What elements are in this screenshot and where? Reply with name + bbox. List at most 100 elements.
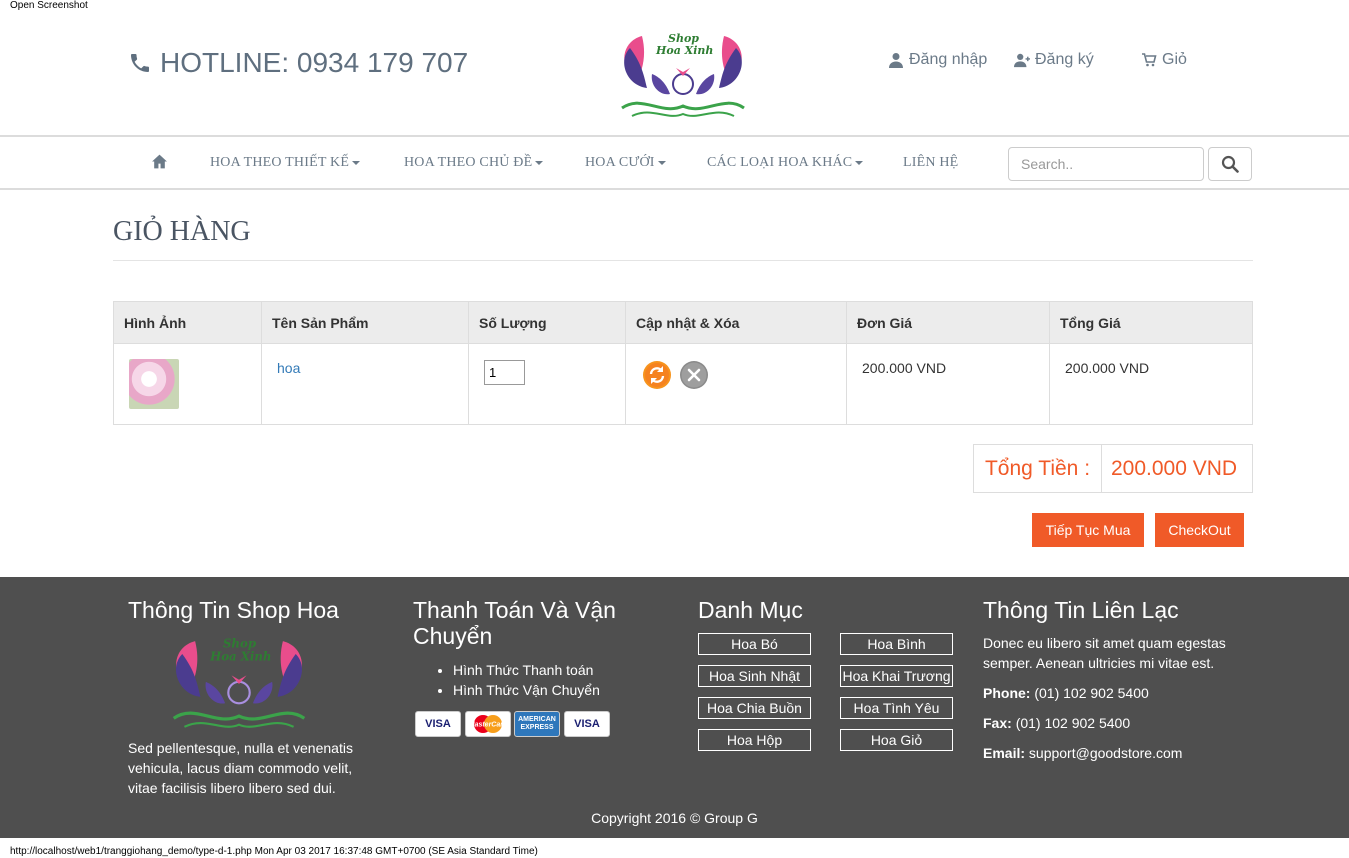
nav-label: HOA CƯỚI — [585, 155, 655, 170]
hotline: HOTLINE: 0934 179 707 — [128, 47, 468, 79]
category-hoa-gio[interactable]: Hoa Giỏ — [840, 729, 953, 751]
category-hoa-chia-buon[interactable]: Hoa Chia Buồn — [698, 697, 811, 719]
nav-item-designs[interactable]: HOA THEO THIẾT KẾ — [210, 155, 361, 171]
footer-fax: Fax: (01) 102 902 5400 — [983, 713, 1130, 733]
hotline-text: HOTLINE: 0934 179 707 — [160, 47, 469, 78]
table-row: hoa 200.000 VND 200.000 VND — [113, 343, 1253, 425]
visa-electron-card-icon: VISA — [564, 711, 610, 737]
col-header-quantity: Số Lượng — [468, 301, 626, 344]
row-total-price: 200.000 VND — [1065, 360, 1150, 376]
col-header-image: Hình Ảnh — [113, 301, 262, 344]
footer-shop-title: Thông Tin Shop Hoa — [128, 597, 339, 623]
delete-icon[interactable] — [679, 360, 709, 390]
list-item[interactable]: Hình Thức Vận Chuyển — [453, 680, 600, 700]
footer-payment-title: Thanh Toán Và Vận Chuyển — [413, 597, 616, 649]
footer-logo: Shop Hoa Xinh — [172, 637, 306, 728]
nav-label: HOA THEO THIẾT KẾ — [210, 155, 350, 170]
category-hoa-binh[interactable]: Hoa Bình — [840, 633, 953, 655]
phone-label: Phone: — [983, 685, 1031, 701]
footer-shop-text: Sed pellentesque, nulla et venenatis veh… — [128, 740, 353, 796]
status-bar: http://localhost/web1/tranggiohang_demo/… — [10, 846, 538, 857]
chevron-down-icon — [855, 160, 864, 165]
search-button[interactable] — [1208, 147, 1252, 181]
continue-shopping-button[interactable]: Tiếp Tục Mua — [1032, 513, 1144, 547]
cart-icon — [1142, 53, 1157, 67]
refresh-icon[interactable] — [642, 360, 672, 390]
product-image[interactable] — [129, 359, 179, 409]
cell-name: hoa — [261, 343, 469, 425]
cell-image — [113, 343, 262, 425]
email-label: Email: — [983, 745, 1026, 761]
logo-text-2: Hoa Xinh — [655, 44, 713, 57]
quantity-input[interactable] — [484, 360, 525, 385]
col-header-total-price: Tổng Giá — [1049, 301, 1253, 344]
login-link[interactable]: Đăng nhập — [888, 51, 987, 69]
footer-contact-text: Donec eu libero sit amet quam egestas se… — [983, 635, 1226, 671]
copyright: Copyright 2016 © Group G — [591, 810, 758, 826]
category-hoa-bo[interactable]: Hoa Bó — [698, 633, 811, 655]
cell-actions — [625, 343, 847, 425]
footer-category-title: Danh Mục — [698, 597, 803, 623]
nav-item-wedding[interactable]: HOA CƯỚI — [585, 155, 666, 171]
user-plus-icon — [1014, 53, 1030, 68]
amex-card-icon: AMERICAN EXPRESS — [514, 711, 560, 737]
search-input[interactable] — [1008, 147, 1204, 181]
cell-quantity — [468, 343, 626, 425]
chevron-down-icon — [535, 160, 544, 165]
footer: Thông Tin Shop Hoa Shop Hoa Xinh Sed pel… — [0, 577, 1349, 838]
category-hoa-khai-truong[interactable]: Hoa Khai Trương — [840, 665, 953, 687]
page-title: GIỎ HÀNG — [113, 216, 251, 247]
total-value: 200.000 VND — [1111, 456, 1238, 480]
mastercard-text: MasterCard — [469, 722, 508, 729]
shop-logo[interactable]: Shop Hoa Xinh — [612, 26, 754, 126]
register-label: Đăng ký — [1035, 51, 1094, 68]
email-value[interactable]: support@goodstore.com — [1029, 745, 1183, 761]
main-navbar: HOA THEO THIẾT KẾ HOA THEO CHỦ ĐỀ HOA CƯ… — [0, 135, 1349, 190]
login-label: Đăng nhập — [909, 51, 988, 68]
footer-phone: Phone: (01) 102 902 5400 — [983, 683, 1149, 703]
cell-unit-price: 200.000 VND — [846, 343, 1050, 425]
category-hoa-sinh-nhat[interactable]: Hoa Sinh Nhật — [698, 665, 811, 687]
nav-label: LIÊN HỆ — [903, 155, 959, 170]
footer-contact-title: Thông Tin Liên Lạc — [983, 597, 1179, 623]
checkout-button[interactable]: CheckOut — [1155, 513, 1244, 547]
visa-card-icon: VISA — [415, 711, 461, 737]
phone-value: (01) 102 902 5400 — [1034, 685, 1149, 701]
cart-label: Giỏ — [1162, 51, 1187, 68]
fax-value: (01) 102 902 5400 — [1015, 715, 1131, 731]
chevron-down-icon — [352, 160, 361, 165]
footer-payment-list: Hình Thức Thanh toán Hình Thức Vận Chuyể… — [453, 660, 600, 700]
footer-logo-text-2: Hoa Xinh — [209, 649, 271, 663]
title-divider — [113, 260, 1253, 261]
footer-email: Email: support@goodstore.com — [983, 743, 1182, 763]
list-item[interactable]: Hình Thức Thanh toán — [453, 660, 600, 680]
table-header-row: Hình Ảnh Tên Sản Phẩm Số Lượng Cập nhật … — [113, 301, 1253, 344]
search-icon — [1221, 155, 1239, 173]
category-hoa-tinh-yeu[interactable]: Hoa Tình Yêu — [840, 697, 953, 719]
mastercard-icon: MasterCard — [465, 711, 511, 737]
screenshot-note: Open Screenshot — [10, 0, 88, 11]
cart-table: Hình Ảnh Tên Sản Phẩm Số Lượng Cập nhật … — [113, 301, 1253, 425]
fax-label: Fax: — [983, 715, 1012, 731]
cart-link[interactable]: Giỏ — [1141, 51, 1187, 69]
home-icon[interactable] — [151, 153, 168, 170]
col-header-unit-price: Đơn Giá — [846, 301, 1050, 344]
user-icon — [889, 53, 903, 68]
unit-price: 200.000 VND — [862, 360, 947, 376]
category-hoa-hop[interactable]: Hoa Hộp — [698, 729, 811, 751]
register-link[interactable]: Đăng ký — [1014, 51, 1094, 69]
product-link[interactable]: hoa — [277, 360, 300, 376]
phone-icon — [131, 54, 149, 72]
nav-label: HOA THEO CHỦ ĐỀ — [404, 155, 533, 170]
col-header-actions: Cập nhật & Xóa — [625, 301, 847, 344]
nav-item-other[interactable]: CÁC LOẠI HOA KHÁC — [707, 155, 864, 171]
cart-total: Tổng Tiền : 200.000 VND — [973, 444, 1253, 493]
nav-item-topics[interactable]: HOA THEO CHỦ ĐỀ — [404, 155, 544, 171]
total-label: Tổng Tiền : — [974, 445, 1102, 492]
cell-total-price: 200.000 VND — [1049, 343, 1253, 425]
col-header-name: Tên Sản Phẩm — [261, 301, 469, 344]
nav-item-contact[interactable]: LIÊN HỆ — [903, 155, 958, 171]
logo-graphic: Shop Hoa Xinh — [621, 32, 745, 117]
chevron-down-icon — [657, 160, 666, 165]
nav-label: CÁC LOẠI HOA KHÁC — [707, 155, 853, 170]
